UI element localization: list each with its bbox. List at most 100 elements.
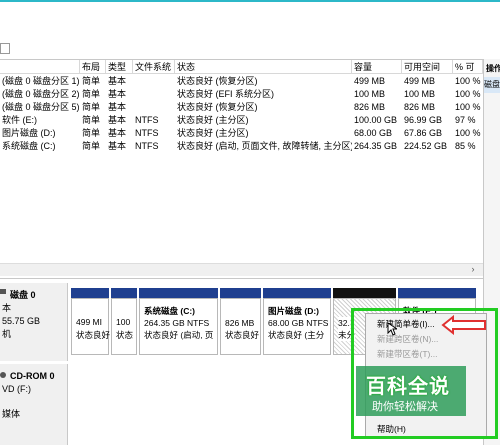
volume-free: 96.99 GB	[404, 115, 443, 125]
scroll-right-icon[interactable]: ›	[467, 263, 479, 275]
volume-status: 状态良好 (恢复分区)	[177, 76, 258, 86]
volume-capacity: 68.00 GB	[354, 128, 393, 138]
volume-capacity: 264.35 GB	[354, 141, 398, 151]
volume-layout: 简单	[82, 115, 101, 125]
partition-bar	[398, 288, 476, 298]
volume-layout: 简单	[82, 76, 101, 86]
volume-layout: 简单	[82, 102, 101, 112]
disk-0-title: 磁盘 0	[10, 290, 36, 300]
volume-layout: 简单	[82, 128, 101, 138]
volume-free: 67.86 GB	[404, 128, 443, 138]
volume-type: 基本	[108, 102, 127, 112]
volume-capacity: 100 MB	[354, 89, 386, 99]
volume-status: 状态良好 (启动, 页面文件, 故障转储, 主分区)	[177, 141, 352, 151]
partition-efi[interactable]: 100 状态	[111, 298, 137, 355]
col-header-volume[interactable]	[0, 60, 80, 74]
volume-name: 系统磁盘 (C:)	[2, 141, 56, 151]
watermark-title: 百科全说	[366, 376, 450, 398]
partition-system-c[interactable]: 系统磁盘 (C:) 264.35 GB NTFS 状态良好 (启动, 页	[139, 298, 218, 355]
volume-layout: 简单	[82, 89, 101, 99]
partition-bar	[220, 288, 261, 298]
col-header-free[interactable]: 可用空间	[402, 60, 453, 74]
partition-size: 826 MB	[225, 318, 255, 328]
volume-pct: 100 %	[455, 128, 481, 138]
volume-status: 状态良好 (恢复分区)	[177, 102, 258, 112]
partition-bar-unallocated	[333, 288, 396, 298]
volume-fs: NTFS	[135, 141, 159, 151]
cdrom-drive: VD (F:)	[2, 384, 31, 394]
volume-free: 826 MB	[404, 102, 436, 112]
volume-capacity: 826 MB	[354, 102, 386, 112]
partition-status: 状态良好 (主分	[268, 330, 325, 340]
partition-bar	[111, 288, 137, 298]
partition-name: 系统磁盘 (C:)	[144, 306, 195, 316]
volume-status: 状态良好 (主分区)	[177, 115, 249, 125]
volume-type: 基本	[108, 89, 127, 99]
volume-pct: 97 %	[455, 115, 476, 125]
horizontal-scrollbar[interactable]	[0, 263, 483, 276]
volume-status: 状态良好 (主分区)	[177, 128, 249, 138]
partition-size: 100	[116, 317, 131, 327]
volume-type: 基本	[108, 128, 127, 138]
volume-name: (磁盘 0 磁盘分区 2)	[2, 89, 80, 99]
partition-picture-d[interactable]: 图片磁盘 (D:) 68.00 GB NTFS 状态良好 (主分	[263, 298, 331, 355]
partition-bar	[71, 288, 109, 298]
volume-fs	[133, 75, 175, 87]
col-header-status[interactable]: 状态	[175, 60, 352, 74]
partition-status: 状态良好 (启动, 页	[144, 330, 214, 340]
watermark-subtitle: 助你轻松解决	[372, 401, 438, 413]
volume-type: 基本	[108, 115, 127, 125]
volume-free: 499 MB	[404, 76, 436, 86]
col-header-layout[interactable]: 布局	[80, 60, 106, 74]
partition-recovery-5[interactable]: 826 MB 状态良好	[220, 298, 261, 355]
volume-type: 基本	[108, 141, 127, 151]
col-header-capacity[interactable]: 容量	[352, 60, 402, 74]
volume-free: 100 MB	[404, 89, 436, 99]
col-header-type[interactable]: 类型	[106, 60, 133, 74]
partition-size: 264.35 GB NTFS	[144, 318, 210, 328]
cdrom-icon	[0, 372, 6, 378]
toolbar-icon[interactable]	[0, 43, 10, 54]
window-top-border	[0, 0, 500, 2]
volume-pct: 100 %	[455, 89, 481, 99]
volume-pct: 100 %	[455, 102, 481, 112]
partition-bar	[263, 288, 331, 298]
operations-item-disk[interactable]: 磁盘	[484, 77, 500, 93]
volume-layout: 简单	[82, 141, 101, 151]
volume-pct: 100 %	[455, 76, 481, 86]
disk-0-label[interactable]: 磁盘 0 本 55.75 GB 机	[0, 283, 68, 361]
volume-name: (磁盘 0 磁盘分区 1)	[2, 76, 80, 86]
volume-capacity: 499 MB	[354, 76, 386, 86]
volume-capacity: 100.00 GB	[354, 115, 398, 125]
col-header-fs[interactable]: 文件系统	[133, 60, 175, 74]
disk-0-status: 机	[2, 329, 12, 339]
volume-pct: 85 %	[455, 141, 476, 151]
partition-size: 499 MI	[76, 317, 102, 327]
partition-status: 状态良好	[225, 330, 260, 340]
volume-status: 状态良好 (EFI 系统分区)	[177, 89, 274, 99]
cdrom-title: CD-ROM 0	[10, 371, 55, 381]
volume-name: 软件 (E:)	[2, 115, 37, 125]
partition-recovery-1[interactable]: 499 MI 状态良好	[71, 298, 111, 355]
col-header-pct[interactable]: % 可	[453, 60, 483, 74]
disk-icon	[0, 289, 6, 294]
disk-0-type: 本	[2, 303, 12, 313]
partition-size: 32.	[338, 317, 350, 329]
volume-fs	[133, 88, 175, 100]
operations-title: 操作	[486, 64, 500, 73]
volume-free: 224.52 GB	[404, 141, 448, 151]
cdrom-status: 媒体	[2, 409, 21, 419]
disk-0-size: 55.75 GB	[2, 316, 41, 326]
volume-fs: NTFS	[135, 115, 159, 125]
partition-status: 状态	[116, 330, 134, 340]
partition-bar	[139, 288, 218, 298]
volume-fs: NTFS	[135, 128, 159, 138]
volume-name: (磁盘 0 磁盘分区 5)	[2, 102, 80, 112]
cdrom-0-label[interactable]: CD-ROM 0 VD (F:) 媒体	[0, 364, 68, 445]
volume-type: 基本	[108, 76, 127, 86]
volume-name: 图片磁盘 (D:)	[2, 128, 56, 138]
partition-size: 68.00 GB NTFS	[268, 318, 329, 328]
partition-status: 状态良好	[76, 330, 111, 340]
volume-fs	[133, 101, 175, 113]
partition-name: 图片磁盘 (D:)	[268, 306, 319, 316]
